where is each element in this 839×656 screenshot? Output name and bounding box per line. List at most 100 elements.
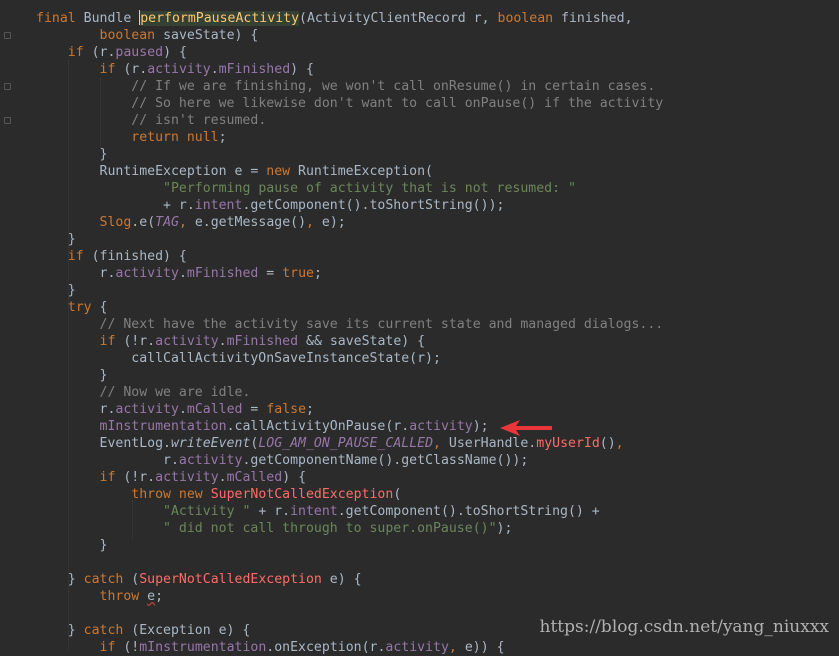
code-token: "Performing pause of activity that is no…: [163, 181, 576, 196]
code-token: if: [99, 62, 124, 77]
code-line[interactable]: boolean saveState) {: [36, 27, 259, 44]
code-token: =: [250, 402, 267, 417]
fold-marker-icon[interactable]: [4, 117, 11, 124]
code-token: activity: [409, 419, 473, 434]
code-line[interactable]: }: [36, 282, 76, 299]
code-line[interactable]: r.activity.mCalled = false;: [36, 401, 314, 418]
code-line[interactable]: if (r.paused) {: [36, 44, 187, 61]
code-token: myUserId: [536, 436, 600, 451]
code-line[interactable]: if (finished) {: [36, 248, 187, 265]
code-token: }: [36, 232, 76, 247]
code-line[interactable]: throw e;: [36, 588, 164, 605]
code-line[interactable]: "Activity " + r.intent.getComponent().to…: [36, 503, 600, 520]
code-token: activity: [385, 640, 449, 655]
code-token: ;: [218, 130, 227, 145]
code-token: ;: [306, 402, 314, 417]
code-token: mInstrumentation: [139, 640, 267, 655]
code-token: catch: [83, 572, 132, 587]
code-token: .: [218, 334, 227, 349]
code-token: (ActivityClientRecord r,: [299, 11, 498, 26]
code-line[interactable]: " did not call through to super.onPause(…: [36, 520, 512, 537]
code-line[interactable]: } catch (SuperNotCalledException e) {: [36, 571, 362, 588]
code-token: if: [67, 249, 92, 264]
code-line[interactable]: "Performing pause of activity that is no…: [36, 180, 576, 197]
code-line[interactable]: r.activity.mFinished = true;: [36, 265, 322, 282]
code-line[interactable]: throw new SuperNotCalledException(: [36, 486, 401, 503]
code-line[interactable]: }: [36, 146, 108, 163]
code-token: intent: [194, 198, 243, 213]
code-token: );: [496, 521, 513, 536]
code-token: EventLog.: [36, 436, 171, 451]
code-token: LOG_AM_ON_PAUSE_CALLED: [258, 436, 434, 451]
code-token: (!r.: [123, 334, 156, 349]
code-line[interactable]: try {: [36, 299, 108, 316]
code-token: .: [218, 470, 227, 485]
code-token: TAG: [155, 215, 179, 230]
code-line[interactable]: Slog.e(TAG, e.getMessage(), e);: [36, 214, 346, 231]
code-line[interactable]: // Now we are idle.: [36, 384, 251, 401]
code-token: }: [36, 368, 108, 383]
code-token: SuperNotCalledException: [139, 572, 330, 587]
code-token: finished,: [561, 11, 633, 26]
code-token: if: [99, 470, 124, 485]
fold-marker-icon[interactable]: [4, 83, 11, 90]
code-token: ) {: [290, 62, 314, 77]
code-line[interactable]: if (!mInstrumentation.onException(r.acti…: [36, 639, 505, 656]
code-line[interactable]: }: [36, 367, 108, 384]
code-token: && saveState) {: [306, 334, 426, 349]
code-token: (: [393, 487, 402, 502]
code-token: callCallActivityOnSaveInstanceState(r);: [36, 351, 441, 366]
code-token: activity: [115, 266, 179, 281]
code-token: =: [266, 266, 283, 281]
code-line[interactable]: if (!r.activity.mFinished && saveState) …: [36, 333, 426, 350]
code-token: activity: [155, 470, 219, 485]
editor-gutter[interactable]: [0, 0, 20, 647]
code-token: ,: [306, 215, 322, 230]
code-token: e)) {: [464, 640, 505, 655]
code-token: ;: [313, 266, 322, 281]
red-arrow-annotation-icon: [500, 420, 552, 436]
code-line[interactable]: r.activity.getComponentName().getClassNa…: [36, 452, 528, 469]
code-token: "Activity ": [163, 504, 259, 519]
code-token: " did not call through to super.onPause(…: [163, 521, 497, 536]
code-line[interactable]: + r.intent.getComponent().toShortString(…: [36, 197, 504, 214]
code-token: ,: [178, 215, 195, 230]
code-line[interactable]: } catch (Exception e) {: [36, 622, 251, 639]
code-token: ) {: [282, 470, 307, 485]
code-line[interactable]: // Next have the activity save its curre…: [36, 316, 664, 333]
code-line[interactable]: }: [36, 231, 76, 248]
code-line[interactable]: if (!r.activity.mCalled) {: [36, 469, 306, 486]
code-line[interactable]: // So here we likewise don't want to cal…: [36, 95, 663, 112]
code-line[interactable]: return null;: [36, 129, 227, 146]
code-line[interactable]: callCallActivityOnSaveInstanceState(r);: [36, 350, 441, 367]
code-token: activity: [147, 62, 211, 77]
code-line[interactable]: if (r.activity.mFinished) {: [36, 61, 314, 78]
code-line[interactable]: // If we are finishing, we won't call on…: [36, 78, 655, 95]
fold-marker-icon[interactable]: [4, 32, 11, 39]
code-line[interactable]: final Bundle performPauseActivity(Activi…: [36, 10, 633, 27]
code-token: mCalled: [226, 470, 283, 485]
code-token: mFinished: [218, 62, 291, 77]
code-token: .callActivityOnPause(r.: [226, 419, 410, 434]
code-line[interactable]: RuntimeException e = new RuntimeExceptio…: [36, 163, 433, 180]
code-token: .getComponent().toShortString());: [242, 198, 505, 213]
code-token: ,: [448, 640, 465, 655]
code-editor[interactable]: final Bundle performPauseActivity(Activi…: [0, 0, 839, 655]
code-token: RuntimeException e =: [36, 164, 267, 179]
code-line[interactable]: mInstrumentation.callActivityOnPause(r.a…: [36, 418, 489, 435]
code-token: performPauseActivity: [140, 11, 300, 26]
code-token: if: [99, 640, 124, 655]
code-token: (!: [123, 640, 140, 655]
code-line[interactable]: // isn't resumed.: [36, 112, 266, 129]
code-line[interactable]: }: [36, 537, 108, 554]
